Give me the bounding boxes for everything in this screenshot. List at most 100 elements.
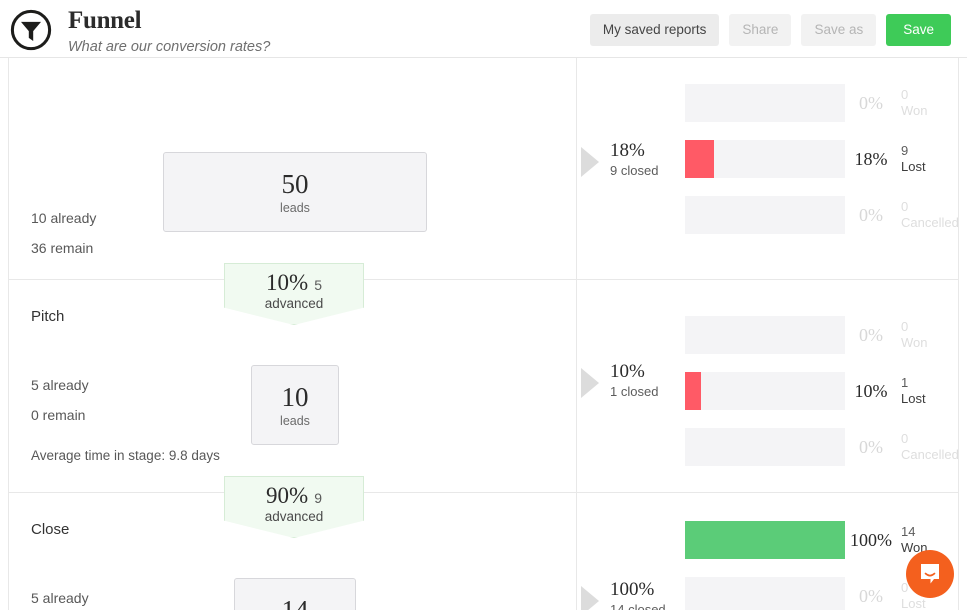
outcome-percent: 0% <box>845 205 897 226</box>
stage-closed-percent: 100% <box>610 579 680 601</box>
stage-counts: 5 already0 remain <box>31 590 89 610</box>
save-as-button[interactable]: Save as <box>801 14 876 46</box>
outcome-bar-track <box>685 140 845 178</box>
outcome-row: 0%0Won <box>685 84 928 122</box>
advanced-rate-line: 10% 5 <box>225 264 363 296</box>
advanced-label: advanced <box>225 509 363 525</box>
advanced-count: 5 <box>314 277 322 293</box>
save-button[interactable]: Save <box>886 14 951 46</box>
stage-closed-info: 10%1 closed <box>610 361 680 399</box>
intercom-launcher[interactable] <box>906 550 954 598</box>
outcome-bar-track <box>685 84 845 122</box>
outcome-bar-track <box>685 428 845 466</box>
stage-closed-count: 14 closed <box>610 602 680 610</box>
stage-name: Pitch <box>31 308 64 325</box>
outcome-bar-fill <box>685 521 845 559</box>
chat-bubble-icon <box>906 550 954 598</box>
outcome-label: Cancelled <box>901 447 959 463</box>
outcome-percent: 0% <box>845 325 897 346</box>
funnel-chart: 10 already 36 remain Average time in stage… <box>0 58 967 610</box>
header-actions: My saved reports Share Save as Save <box>590 14 951 46</box>
stage-closed-info: 100%14 closed <box>610 579 680 610</box>
stage-counts: 10 already 36 remain <box>31 210 96 256</box>
stage-leads-box[interactable]: 10 leads <box>251 365 339 445</box>
advanced-rate-line: 90% 9 <box>225 477 363 509</box>
outcome-count: 0 <box>901 199 959 215</box>
funnel-stage: Close5 already0 remain14leads100%14 clos… <box>8 493 959 610</box>
stage-right-panel: 18%9 closed0%0Won18%9Lost0%0Cancelled <box>576 58 959 279</box>
stage-arrow-icon <box>581 147 599 177</box>
outcome-count: 14 <box>901 524 928 540</box>
outcome-bar-track <box>685 577 845 610</box>
outcome-row: 0%0Won <box>685 316 928 354</box>
outcome-percent: 0% <box>845 586 897 607</box>
outcome-row: 0%0Lost <box>685 577 926 610</box>
outcome-percent: 100% <box>845 530 897 551</box>
outcome-meta: 0Cancelled <box>901 199 959 231</box>
page-title: Funnel <box>68 8 270 34</box>
my-saved-reports-button[interactable]: My saved reports <box>590 14 720 46</box>
stage-leads-value: 10 <box>282 382 309 412</box>
outcome-bar-track <box>685 316 845 354</box>
stage-already: 5 already <box>31 377 89 393</box>
outcome-count: 1 <box>901 375 926 391</box>
stage-closed-count: 9 closed <box>610 163 680 178</box>
outcome-meta: 0Cancelled <box>901 431 959 463</box>
outcome-count: 0 <box>901 431 959 447</box>
outcome-row: 0%0Cancelled <box>685 196 959 234</box>
outcome-percent: 0% <box>845 437 897 458</box>
funnel-icon <box>10 9 52 51</box>
stage-already: 10 already <box>31 210 96 226</box>
outcome-bar-fill <box>685 140 714 178</box>
stage-leads-box[interactable]: 14leads <box>234 578 356 610</box>
outcome-label: Lost <box>901 596 926 610</box>
outcome-label: Lost <box>901 159 926 175</box>
app-header: Funnel What are our conversion rates? My… <box>0 0 967 58</box>
advanced-percent: 90% <box>266 483 308 509</box>
outcome-percent: 18% <box>845 149 897 170</box>
stage-leads-value: 50 <box>282 169 309 199</box>
outcome-row: 0%0Cancelled <box>685 428 959 466</box>
stage-left-panel: 10 already36 remainAverage time in stage… <box>8 58 576 279</box>
advanced-label: advanced <box>225 296 363 312</box>
stage-leads-box[interactable]: 50leads <box>163 152 427 232</box>
stage-name: Close <box>31 521 69 538</box>
stage-remain: 36 remain <box>31 240 96 256</box>
outcome-row: 10%1Lost <box>685 372 926 410</box>
outcome-label: Cancelled <box>901 215 959 231</box>
outcome-meta: 9Lost <box>901 143 926 175</box>
stage-closed-percent: 18% <box>610 140 680 162</box>
share-button[interactable]: Share <box>729 14 791 46</box>
stage-counts: 5 already 0 remain <box>31 377 89 423</box>
page-subtitle: What are our conversion rates? <box>68 38 270 56</box>
outcome-percent: 0% <box>845 93 897 114</box>
stage-leads-value: 14 <box>282 595 309 610</box>
outcome-bar-track <box>685 372 845 410</box>
outcome-row: 18%9Lost <box>685 140 926 178</box>
stage-closed-info: 18%9 closed <box>610 140 680 178</box>
outcome-meta: 0Won <box>901 87 928 119</box>
stage-right-panel: 100%14 closed100%14Won0%0Lost0%0Cancelle… <box>576 493 959 610</box>
outcome-percent: 10% <box>845 381 897 402</box>
funnel-stage: 10 already36 remainAverage time in stage… <box>8 58 959 280</box>
outcome-label: Lost <box>901 391 926 407</box>
outcome-bar-track <box>685 196 845 234</box>
funnel-stage: Pitch 5 already 0 remain Average time in st… <box>8 280 959 493</box>
stage-right-panel: 10%1 closed0%0Won10%1Lost0%0Cancelled <box>576 280 959 492</box>
outcome-label: Won <box>901 103 928 119</box>
outcome-bar-fill <box>685 372 701 410</box>
advanced-count: 9 <box>314 490 322 506</box>
brand: Funnel What are our conversion rates? <box>10 8 270 56</box>
stage-closed-percent: 10% <box>610 361 680 383</box>
outcome-meta: 1Lost <box>901 375 926 407</box>
stage-already: 5 already <box>31 590 89 606</box>
stage-closed-count: 1 closed <box>610 384 680 399</box>
outcome-label: Won <box>901 335 928 351</box>
advanced-percent: 10% <box>266 270 308 296</box>
outcome-count: 9 <box>901 143 926 159</box>
stage-average-time: Average time in stage: 9.8 days <box>31 448 220 463</box>
outcome-meta: 0Won <box>901 319 928 351</box>
stage-remain: 0 remain <box>31 407 89 423</box>
title-group: Funnel What are our conversion rates? <box>68 8 270 56</box>
stage-leads-label: leads <box>280 414 310 428</box>
